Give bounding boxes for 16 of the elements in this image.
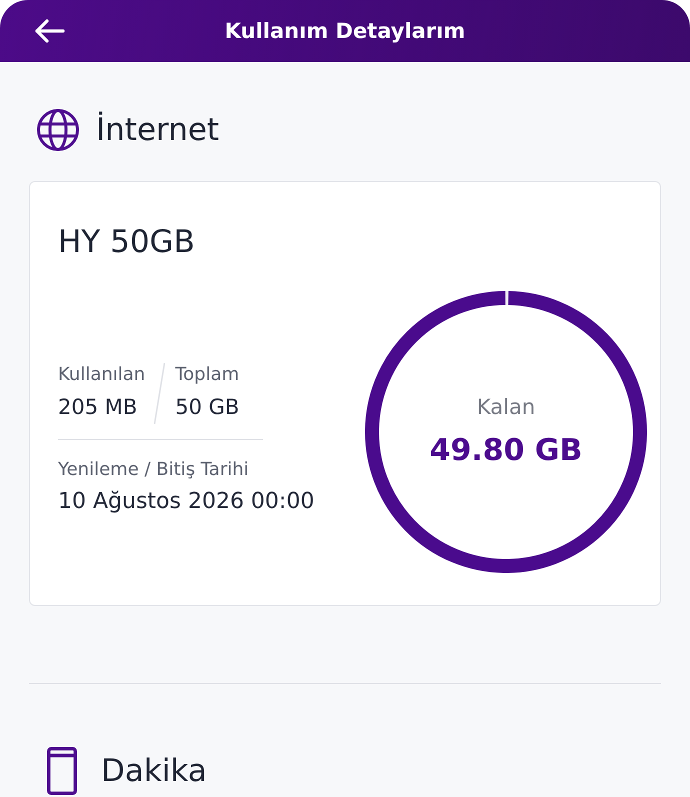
slash-divider <box>154 362 166 424</box>
globe-icon <box>37 109 79 151</box>
phone-icon <box>47 747 77 795</box>
remaining-value: 49.80 GB <box>430 432 582 470</box>
total-value: 50 GB <box>175 394 240 420</box>
page-title: Kullanım Detaylarım <box>224 19 466 43</box>
renewal-date: 10 Ağustos 2026 00:00 <box>58 488 314 516</box>
section-title: İnternet <box>96 110 220 150</box>
used-label: Kullanılan <box>58 362 146 386</box>
total-label: Toplam <box>175 362 240 386</box>
package-name: HY 50GB <box>58 223 195 262</box>
remaining-label: Kalan <box>476 394 536 421</box>
arrow-left-icon <box>35 19 65 43</box>
used-value: 205 MB <box>58 394 138 420</box>
renewal-label: Yenileme / Bitiş Tarihi <box>58 458 249 482</box>
section-title: Dakika <box>101 752 207 791</box>
